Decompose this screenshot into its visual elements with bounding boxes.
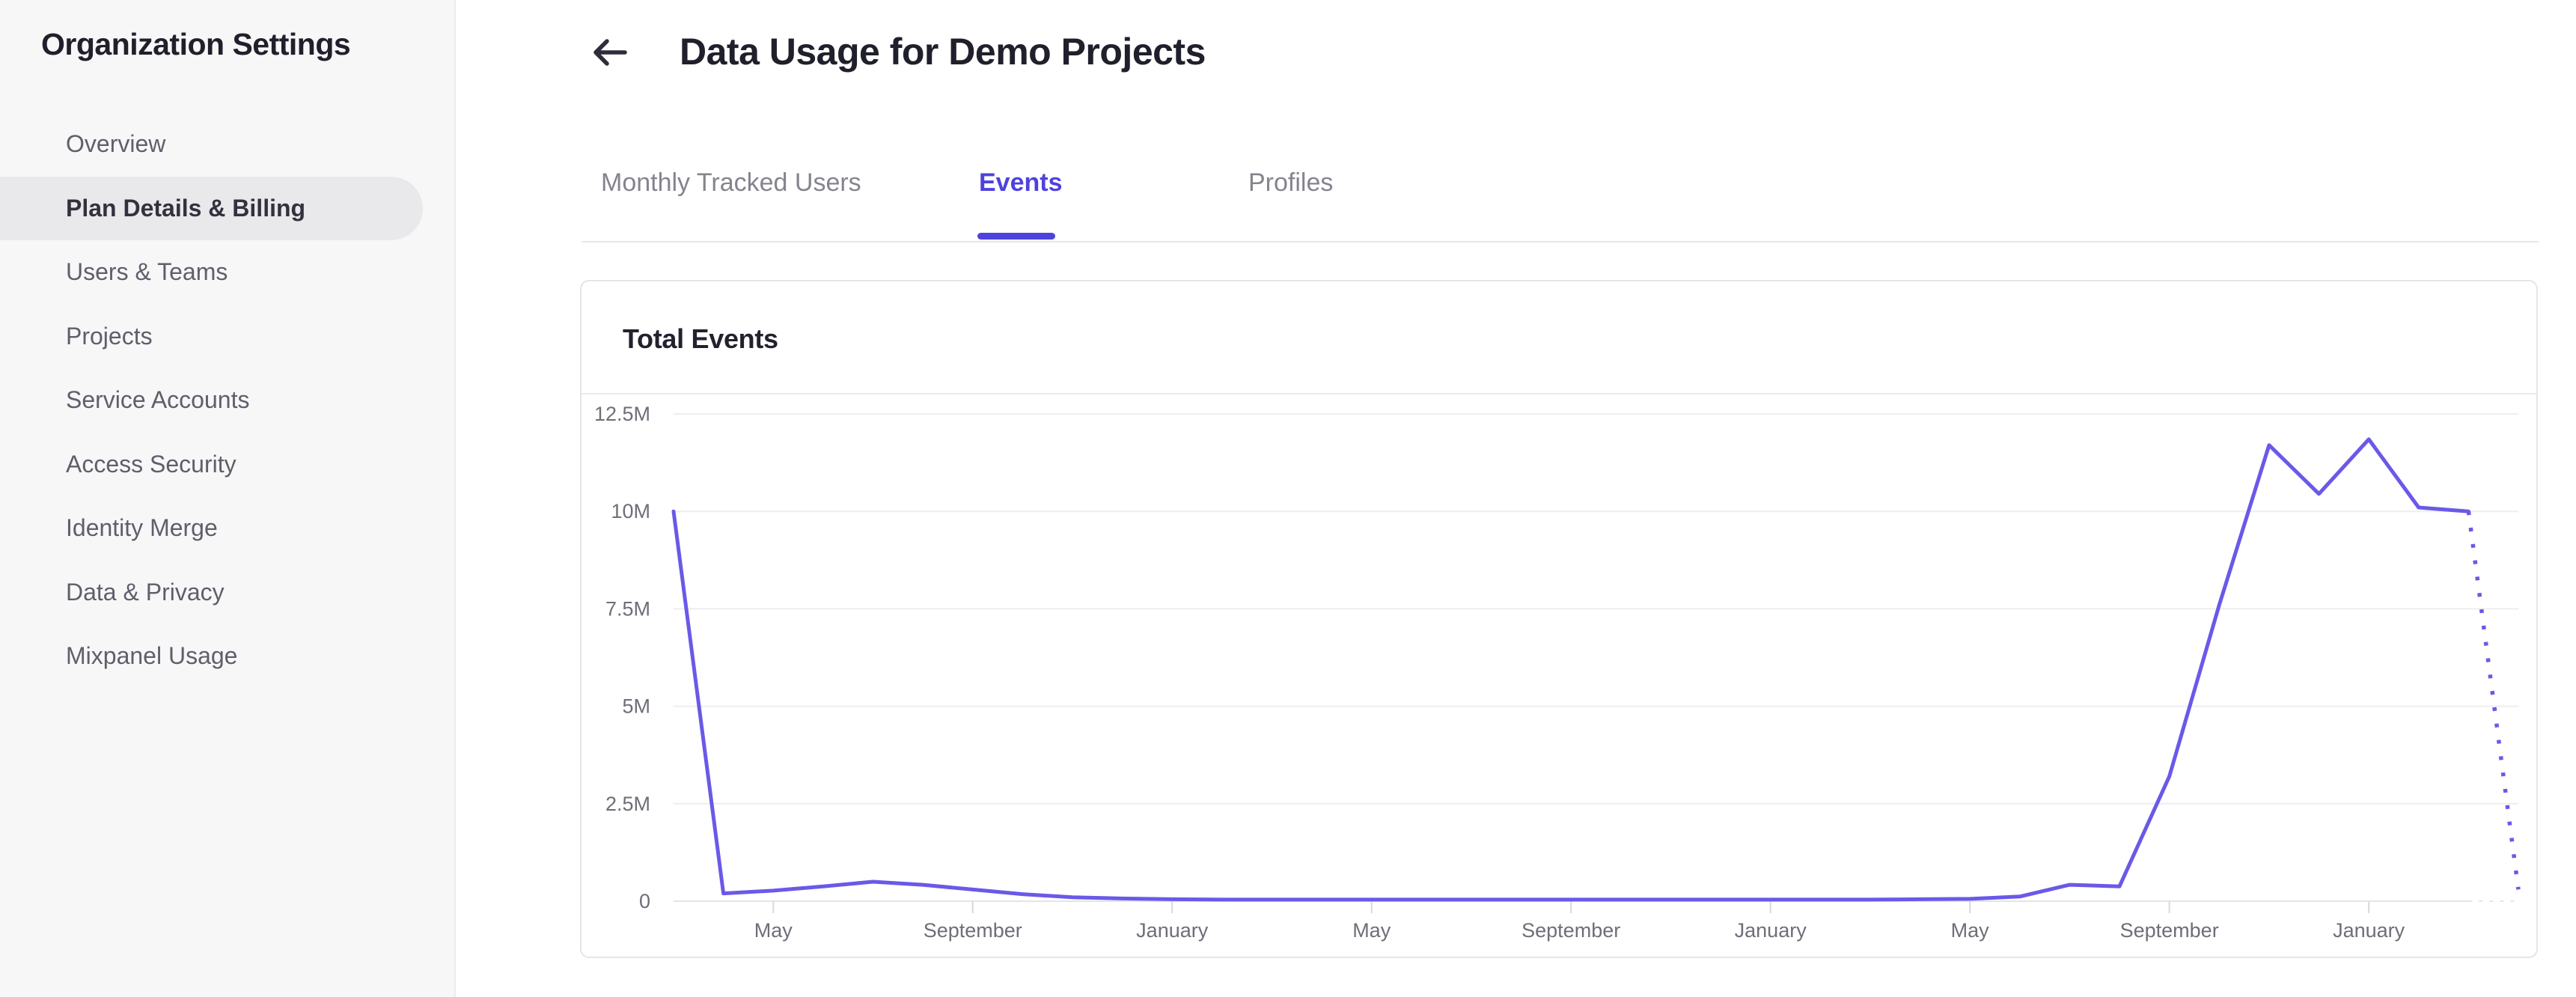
sidebar-nav: Overview Plan Details & Billing Users & Te… (0, 112, 456, 689)
total-events-series-line (671, 437, 2470, 902)
sidebar-item-data-privacy[interactable]: Data & Privacy (0, 561, 456, 625)
sidebar-item-users-teams[interactable]: Users & Teams (0, 240, 456, 305)
sidebar-item-plan-details-billing[interactable]: Plan Details & Billing (0, 176, 456, 240)
sidebar-item-label: Identity Merge (66, 514, 218, 541)
x-axis-label-1: September (924, 919, 1022, 942)
sidebar-item-label: Projects (66, 322, 153, 350)
sidebar-item-overview[interactable]: Overview (0, 112, 456, 177)
active-tab-underline (977, 233, 1055, 240)
y-axis-label-5M: 5M (622, 695, 650, 718)
chart-title: Total Events (623, 323, 778, 354)
sidebar-item-access-security[interactable]: Access Security (0, 433, 456, 497)
total-events-card: Total Events 0 2.5M 5M 7.5M 10M 12.5M May Septe… (580, 280, 2538, 958)
total-events-projected-dotted-line (2466, 510, 2521, 890)
sidebar-item-projects[interactable]: Projects (0, 305, 456, 369)
y-axis-label-0: 0 (639, 890, 650, 912)
sidebar: Organization Settings Overview Plan Detai… (0, 0, 456, 997)
tab-profiles[interactable]: Profiles (1248, 166, 1333, 199)
sidebar-item-label: Users & Teams (66, 258, 228, 285)
x-axis-label-4: September (1522, 919, 1620, 942)
sidebar-item-label: Data & Privacy (66, 578, 225, 606)
x-axis-label-0: May (754, 919, 793, 942)
sidebar-item-label: Overview (66, 130, 166, 157)
sidebar-item-label: Service Accounts (66, 386, 250, 413)
sidebar-item-service-accounts[interactable]: Service Accounts (0, 368, 456, 433)
total-events-line-chart[interactable]: 0 2.5M 5M 7.5M 10M 12.5M May September January Ma… (582, 394, 2536, 957)
sidebar-item-label: Access Security (66, 450, 236, 478)
y-axis-label-7.5M: 7.5M (605, 597, 650, 620)
x-axis-label-5: January (1735, 919, 1807, 942)
sidebar-title: Organization Settings (41, 27, 351, 61)
x-axis-label-2: January (1136, 919, 1209, 942)
back-button[interactable] (590, 33, 629, 72)
organization-settings-page: Organization Settings Overview Plan Detai… (0, 0, 2576, 997)
sidebar-item-label: Plan Details & Billing (66, 194, 306, 222)
arrow-left-icon (593, 39, 627, 66)
tab-events[interactable]: Events (979, 166, 1063, 199)
x-axis-label-7: September (2120, 919, 2219, 942)
tab-monthly-tracked-users[interactable]: Monthly Tracked Users (601, 166, 861, 199)
sidebar-item-mixpanel-usage[interactable]: Mixpanel Usage (0, 624, 456, 689)
x-axis-label-8: January (2333, 919, 2405, 942)
y-axis-label-10M: 10M (611, 500, 650, 522)
page-title: Data Usage for Demo Projects (680, 31, 1206, 73)
sidebar-item-label: Mixpanel Usage (66, 642, 238, 669)
tabs-divider (582, 241, 2539, 243)
x-axis-label-3: May (1352, 919, 1391, 942)
y-axis-label-12.5M: 12.5M (594, 403, 650, 425)
sidebar-item-identity-merge[interactable]: Identity Merge (0, 496, 456, 561)
x-axis-label-6: May (1951, 919, 1990, 942)
y-axis-label-2.5M: 2.5M (605, 793, 650, 815)
